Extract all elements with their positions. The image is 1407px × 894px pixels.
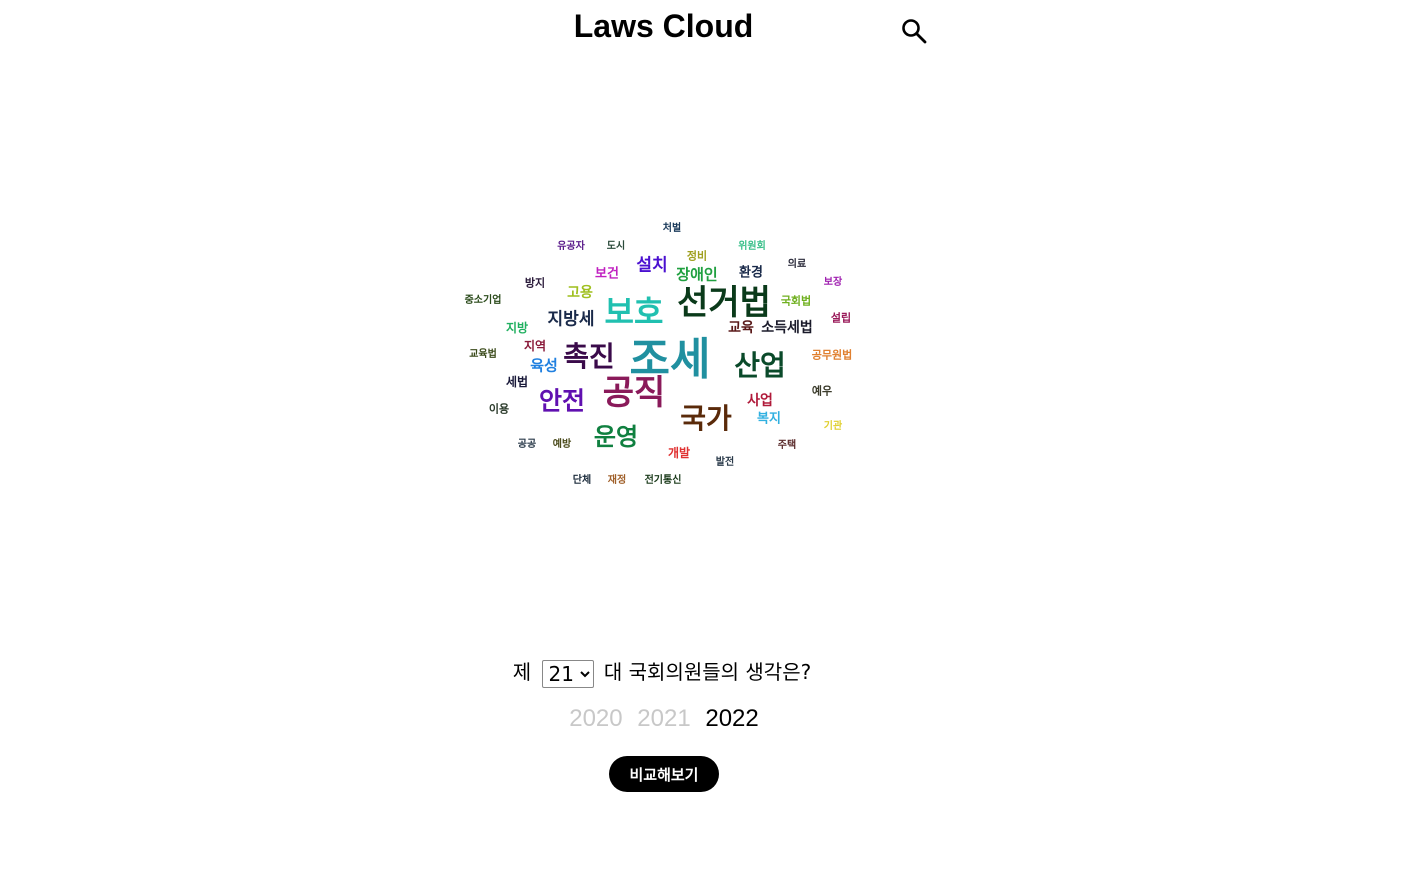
word-cloud-item[interactable]: 기관 [824,422,842,432]
session-select[interactable]: 21 [541,659,594,688]
word-cloud-item[interactable]: 복지 [757,413,781,426]
word-cloud-item[interactable]: 주택 [778,441,796,451]
word-cloud-item[interactable]: 국가 [680,405,732,433]
word-cloud-item[interactable]: 보호 [605,296,664,328]
word-cloud-item[interactable]: 공직 [603,376,666,410]
question-suffix: 대 국회의원들의 생각은? [603,660,812,684]
word-cloud-item[interactable]: 사업 [747,394,773,408]
year-2021[interactable]: 2021 [637,705,690,732]
word-cloud-item[interactable]: 위원회 [738,242,766,252]
word-cloud-item[interactable]: 국회법 [781,296,811,307]
word-cloud-item[interactable]: 의료 [788,260,806,270]
word-cloud-item[interactable]: 개발 [668,447,690,459]
word-cloud-item[interactable]: 선거법 [677,286,771,320]
word-cloud-item[interactable]: 예방 [553,440,571,450]
word-cloud-item[interactable]: 공공 [518,440,536,450]
word-cloud-item[interactable]: 이용 [489,404,509,415]
word-cloud-item[interactable]: 운영 [594,425,638,449]
word-cloud-item[interactable]: 환경 [739,267,763,280]
word-cloud-item[interactable]: 재정 [608,476,626,486]
word-cloud-item[interactable]: 교육 [728,321,754,335]
word-cloud-item[interactable]: 도시 [607,242,625,252]
word-cloud-item[interactable]: 전기통신 [645,476,682,486]
word-cloud-item[interactable]: 방지 [525,278,545,289]
word-cloud-item[interactable]: 처벌 [663,224,681,234]
question-prefix: 제 [512,660,532,684]
word-cloud-item[interactable]: 예우 [812,386,832,397]
word-cloud-item[interactable]: 장애인 [676,267,717,283]
word-cloud-item[interactable]: 촉진 [563,343,615,371]
year-selector: 2020 2021 2022 [0,705,1328,733]
word-cloud-item[interactable]: 설치 [636,257,667,275]
compare-button[interactable]: 비교해보기 [609,756,719,792]
word-cloud-item[interactable]: 소득세법 [761,321,813,335]
word-cloud-item[interactable]: 보건 [595,268,619,281]
word-cloud-item[interactable]: 산업 [734,352,786,380]
word-cloud-item[interactable]: 고용 [567,286,593,300]
word-cloud-item[interactable]: 세법 [506,376,528,388]
word-cloud-item[interactable]: 지방 [506,322,528,334]
word-cloud-item[interactable]: 지역 [524,340,546,352]
session-question: 제 21 대 국회의원들의 생각은? [0,656,1324,688]
word-cloud-item[interactable]: 육성 [530,358,558,374]
year-2022[interactable]: 2022 [705,705,758,732]
word-cloud-item[interactable]: 중소기업 [465,296,502,306]
year-2020[interactable]: 2020 [569,705,622,732]
word-cloud-item[interactable]: 발전 [716,458,734,468]
word-cloud-item[interactable]: 지방세 [548,311,595,329]
word-cloud-item[interactable]: 단체 [573,476,591,486]
word-cloud-item[interactable]: 설립 [831,313,851,324]
word-cloud-item[interactable]: 교육법 [469,350,497,360]
word-cloud-item[interactable]: 정비 [687,251,707,262]
word-cloud-item[interactable]: 공무원법 [812,350,852,361]
word-cloud-item[interactable]: 안전 [539,389,585,414]
word-cloud-item[interactable]: 유공자 [557,242,585,252]
word-cloud-item[interactable]: 보장 [824,278,842,288]
word-cloud: 처벌유공자 도시 위원회정비의료보건 설치장애인 환경방지 보장고용중소기업 보호 선거법 국회… [0,0,1407,600]
